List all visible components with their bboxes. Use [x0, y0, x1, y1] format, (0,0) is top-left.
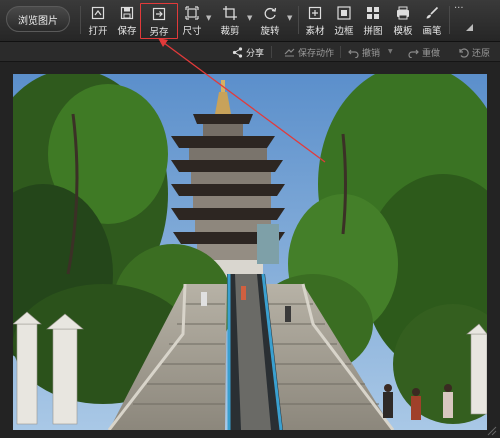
- open-icon: [91, 6, 105, 20]
- save-icon: [120, 6, 134, 20]
- share-label: 分享: [246, 48, 265, 59]
- save-action-icon: [284, 48, 295, 56]
- collage-label: 拼图: [363, 26, 383, 37]
- frame-button[interactable]: 边框: [330, 3, 358, 39]
- rotate-button[interactable]: 旋转: [256, 3, 284, 39]
- save-as-icon: [152, 7, 166, 21]
- resize-button[interactable]: 尺寸: [178, 3, 206, 39]
- share-icon: [232, 46, 243, 58]
- crop-button[interactable]: 裁剪: [216, 3, 244, 39]
- brush-icon: [426, 6, 439, 19]
- material-icon: [308, 6, 322, 20]
- frame-label: 边框: [334, 26, 354, 37]
- material-button[interactable]: 素材: [301, 3, 329, 39]
- crop-icon: [223, 6, 237, 20]
- redo-icon: [408, 49, 419, 58]
- crop-dropdown-icon[interactable]: ▼: [247, 14, 252, 22]
- resize-dropdown-icon[interactable]: ▼: [206, 14, 211, 22]
- crop-label: 裁剪: [220, 26, 240, 37]
- save-action-label: 保存动作: [298, 48, 335, 59]
- save-as-button[interactable]: 另存: [140, 3, 178, 39]
- brush-label: 画笔: [422, 26, 442, 37]
- resize-label: 尺寸: [182, 26, 202, 37]
- rotate-label: 旋转: [260, 26, 280, 37]
- material-label: 素材: [305, 26, 325, 37]
- undo-dropdown-icon[interactable]: ▼: [388, 48, 393, 55]
- save-as-label: 另存: [149, 27, 169, 38]
- collapse-corner-icon[interactable]: [466, 24, 473, 31]
- action-bar: 分享 保存动作 撤销 ▼ 重做 还原: [0, 42, 500, 62]
- toolbar-separator: [298, 6, 299, 34]
- resize-grip-icon[interactable]: [485, 424, 497, 436]
- share-button[interactable]: 分享: [232, 45, 264, 59]
- undo-button[interactable]: 撤销: [348, 45, 380, 59]
- save-action-button[interactable]: 保存动作: [284, 45, 334, 59]
- save-label: 保存: [117, 26, 137, 37]
- template-icon: [397, 6, 409, 20]
- action-separator: [340, 46, 341, 58]
- undo-label: 撤销: [362, 48, 381, 59]
- save-button[interactable]: 保存: [113, 3, 141, 39]
- rotate-dropdown-icon[interactable]: ▼: [287, 14, 292, 22]
- rotate-icon: [264, 7, 277, 20]
- collage-icon: [367, 7, 379, 19]
- frame-icon: [337, 6, 351, 20]
- restore-button[interactable]: 还原: [458, 45, 490, 59]
- restore-icon: [459, 47, 469, 58]
- redo-label: 重做: [422, 48, 441, 59]
- collage-button[interactable]: 拼图: [359, 3, 387, 39]
- template-label: 模板: [393, 26, 413, 37]
- restore-label: 还原: [472, 48, 491, 59]
- template-button[interactable]: 模板: [389, 3, 417, 39]
- brush-button[interactable]: 画笔: [418, 3, 446, 39]
- undo-icon: [348, 49, 359, 58]
- more-button[interactable]: ···: [454, 3, 464, 14]
- browse-images-button[interactable]: 浏览图片: [6, 6, 70, 32]
- toolbar-separator: [80, 6, 81, 34]
- open-button[interactable]: 打开: [84, 3, 112, 39]
- open-label: 打开: [88, 26, 108, 37]
- toolbar-separator: [449, 6, 450, 34]
- main-toolbar: 浏览图片 打开 保存 另存 尺寸 ▼ 裁剪 ▼ 旋转 ▼ 素材 边框 拼图 模板…: [0, 0, 500, 42]
- action-separator: [271, 46, 272, 58]
- photo-preview[interactable]: [13, 74, 487, 430]
- photo-image: [13, 74, 487, 430]
- redo-button[interactable]: 重做: [408, 45, 440, 59]
- canvas-area: [0, 62, 500, 438]
- resize-icon: [185, 6, 199, 20]
